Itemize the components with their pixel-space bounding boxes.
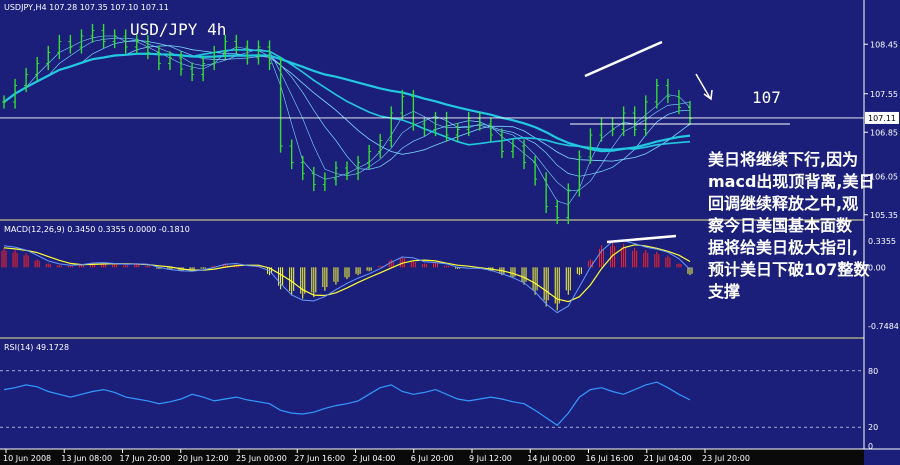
x-tick-9: 14 Jul 00:00 <box>527 454 575 463</box>
price-tick-4: 105.35 <box>870 211 898 220</box>
rsi-tick-0: 80 <box>868 367 878 376</box>
macd-header: MACD(12,26,9) 0.3450 0.3355 0.0000 -0.18… <box>4 225 190 234</box>
price-tick-0: 108.45 <box>870 40 898 49</box>
rsi-tick-1: 20 <box>868 423 878 432</box>
macd-tick-2: -0.7484 <box>868 322 899 331</box>
x-tick-1: 13 Jun 08:00 <box>61 454 112 463</box>
x-tick-3: 20 Jun 12:00 <box>178 454 229 463</box>
chart-window: 108.45 107.55 106.85 106.05 105.35 107.11 0.33… <box>0 0 900 465</box>
price-tick-2: 106.85 <box>870 128 898 137</box>
price-tick-1: 107.55 <box>870 90 898 99</box>
x-tick-0: 10 Jun 2008 <box>3 454 51 463</box>
target-label: 107 <box>752 88 781 107</box>
x-tick-5: 27 Jun 16:00 <box>294 454 345 463</box>
x-tick-7: 6 Jul 20:00 <box>411 454 454 463</box>
x-tick-4: 25 Jun 00:00 <box>236 454 287 463</box>
rsi-header: RSI(14) 49.1728 <box>4 343 69 352</box>
annotation-text: 美日将继续下行,因为 macd出现顶背离,美日 回调继续释放之中,观 察今日美国… <box>707 150 880 301</box>
rsi-tick-2: 0 <box>868 442 873 451</box>
x-tick-8: 9 Jul 12:00 <box>469 454 512 463</box>
price-header: USDJPY,H4 107.28 107.35 107.10 107.11 <box>4 3 169 12</box>
x-tick-2: 17 Jun 20:00 <box>120 454 171 463</box>
current-price-label: 107.11 <box>868 114 896 123</box>
x-tick-12: 23 Jul 20:00 <box>702 454 750 463</box>
rsi-panel <box>0 339 864 449</box>
macd-tick-0: 0.3355 <box>868 237 896 246</box>
x-tick-10: 16 Jul 16:00 <box>586 454 634 463</box>
chart-svg: 108.45107.55106.85106.05105.35107.110.33… <box>0 0 900 465</box>
overlay-title: USD/JPY 4h <box>130 20 226 39</box>
x-tick-11: 21 Jul 04:00 <box>644 454 692 463</box>
x-tick-6: 2 Jul 04:00 <box>353 454 396 463</box>
right-axis-bg <box>864 0 900 465</box>
